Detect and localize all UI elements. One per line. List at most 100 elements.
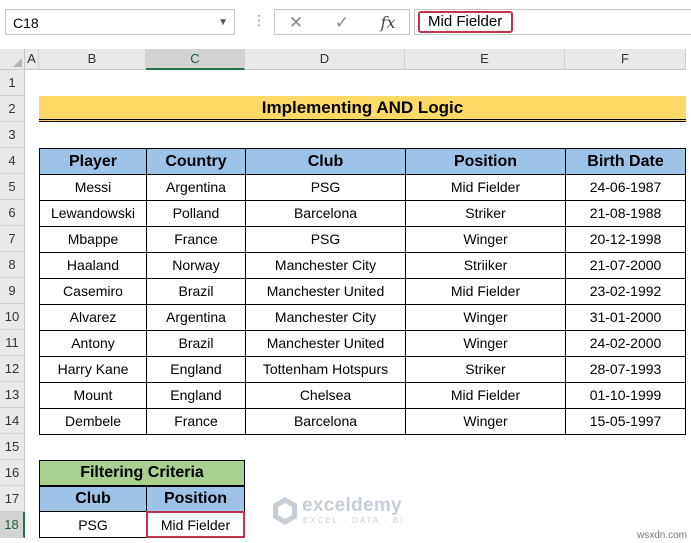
more-options-icon[interactable]: ⋮ [252,12,266,29]
cell-player[interactable]: Alvarez [39,304,147,331]
cell-country[interactable]: Polland [146,200,246,227]
cell-position[interactable]: Winger [405,330,566,357]
row-header-9[interactable]: 9 [0,278,25,304]
row-header-7[interactable]: 7 [0,226,25,252]
cell-position[interactable]: Mid Fielder [405,174,566,201]
header-country[interactable]: Country [146,148,246,175]
row-header-5[interactable]: 5 [0,174,25,200]
criteria-value-club[interactable]: PSG [39,511,147,538]
column-header-e[interactable]: E [405,49,565,70]
row-header-10[interactable]: 10 [0,304,25,330]
formula-buttons: ✕ ✓ fx [274,9,410,35]
cell-birth-date[interactable]: 21-08-1988 [565,200,686,227]
row-header-15[interactable]: 15 [0,434,25,460]
column-header-f[interactable]: F [565,49,686,70]
watermark-tagline: EXCEL · DATA · BI [303,516,405,525]
sheet-title[interactable]: Implementing AND Logic [39,96,686,122]
row-header-2[interactable]: 2 [0,96,25,122]
cell-birth-date[interactable]: 28-07-1993 [565,356,686,383]
cell-birth-date[interactable]: 24-06-1987 [565,174,686,201]
row-header-14[interactable]: 14 [0,408,25,434]
cell-club[interactable]: Manchester United [245,278,406,305]
watermark-name: exceldemy [302,495,402,516]
row-header-16[interactable]: 16 [0,460,25,486]
row-header-17[interactable]: 17 [0,486,25,512]
cell-position[interactable]: Striker [405,200,566,227]
header-birth-date[interactable]: Birth Date [565,148,686,175]
cell-birth-date[interactable]: 15-05-1997 [565,408,686,435]
row-header-8[interactable]: 8 [0,252,25,278]
cell-club[interactable]: Barcelona [245,408,406,435]
column-header-c[interactable]: C [146,49,245,70]
cell-club[interactable]: Manchester City [245,252,406,279]
column-header-d[interactable]: D [245,49,405,70]
cell-club[interactable]: Chelsea [245,382,406,409]
criteria-header-club[interactable]: Club [39,486,147,512]
cell-player[interactable]: Messi [39,174,147,201]
cell-club[interactable]: Manchester City [245,304,406,331]
cell-player[interactable]: Antony [39,330,147,357]
cell-country[interactable]: England [146,382,246,409]
cell-player[interactable]: Casemiro [39,278,147,305]
row-header-12[interactable]: 12 [0,356,25,382]
cell-birth-date[interactable]: 31-01-2000 [565,304,686,331]
criteria-title[interactable]: Filtering Criteria [39,460,245,486]
cell-player[interactable]: Mount [39,382,147,409]
cell-position[interactable]: Mid Fielder [405,382,566,409]
header-player[interactable]: Player [39,148,147,175]
cell-club[interactable]: Tottenham Hotspurs [245,356,406,383]
cell-club[interactable]: PSG [245,174,406,201]
cell-player[interactable]: Harry Kane [39,356,147,383]
cell-country[interactable]: Norway [146,252,246,279]
formula-bar: C18 ▼ ⋮ ✕ ✓ fx Mid Fielder [0,0,691,46]
row-header-6[interactable]: 6 [0,200,25,226]
select-all-corner[interactable] [0,49,25,70]
cell-country[interactable]: Brazil [146,330,246,357]
criteria-header-position[interactable]: Position [146,486,245,512]
cell-birth-date[interactable]: 20-12-1998 [565,226,686,253]
cell-position[interactable]: Striiker [405,252,566,279]
column-header-a[interactable]: A [25,49,39,70]
column-header-b[interactable]: B [39,49,146,70]
row-header-1[interactable]: 1 [0,70,25,96]
cell-club[interactable]: PSG [245,226,406,253]
row-header-4[interactable]: 4 [0,148,25,174]
watermark: exceldemy EXCEL · DATA · BI [272,494,422,530]
cell-position[interactable]: Winger [405,408,566,435]
criteria-value-position[interactable]: Mid Fielder [146,511,245,538]
cell-player[interactable]: Lewandowski [39,200,147,227]
cell-position[interactable]: Winger [405,226,566,253]
cell-country[interactable]: Brazil [146,278,246,305]
cell-position[interactable]: Winger [405,304,566,331]
row-header-18[interactable]: 18 [0,512,25,538]
name-box[interactable]: C18 ▼ [5,9,235,35]
cell-player[interactable]: Dembele [39,408,147,435]
cell-birth-date[interactable]: 21-07-2000 [565,252,686,279]
cell-position[interactable]: Mid Fielder [405,278,566,305]
formula-value[interactable]: Mid Fielder [418,11,513,33]
header-position[interactable]: Position [405,148,566,175]
corner-mark: wsxdn.com [636,530,687,541]
insert-function-icon[interactable]: fx [373,11,403,35]
cell-position[interactable]: Striker [405,356,566,383]
row-header-11[interactable]: 11 [0,330,25,356]
cell-country[interactable]: France [146,408,246,435]
cell-player[interactable]: Mbappe [39,226,147,253]
cancel-icon[interactable]: ✕ [281,11,311,35]
chevron-down-icon[interactable]: ▼ [218,10,228,36]
cell-player[interactable]: Haaland [39,252,147,279]
row-header-13[interactable]: 13 [0,382,25,408]
name-box-value: C18 [13,15,39,31]
cell-birth-date[interactable]: 01-10-1999 [565,382,686,409]
cell-country[interactable]: Argentina [146,174,246,201]
row-header-3[interactable]: 3 [0,122,25,148]
cell-club[interactable]: Manchester United [245,330,406,357]
cell-country[interactable]: France [146,226,246,253]
cell-country[interactable]: England [146,356,246,383]
cell-country[interactable]: Argentina [146,304,246,331]
cell-club[interactable]: Barcelona [245,200,406,227]
header-club[interactable]: Club [245,148,406,175]
enter-icon[interactable]: ✓ [327,11,357,35]
cell-birth-date[interactable]: 24-02-2000 [565,330,686,357]
cell-birth-date[interactable]: 23-02-1992 [565,278,686,305]
